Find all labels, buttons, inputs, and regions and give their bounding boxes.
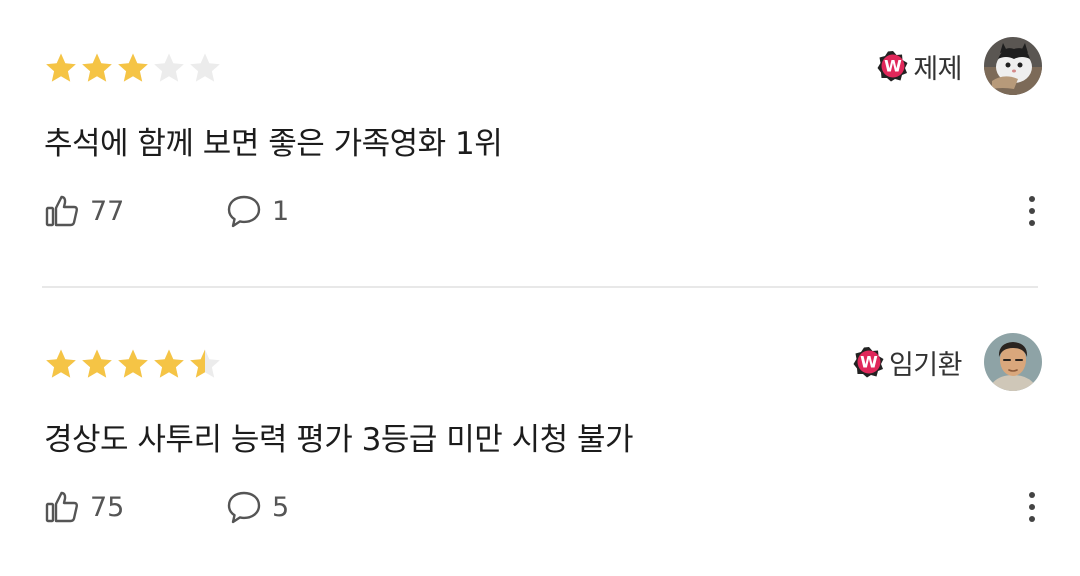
comment-button[interactable]: 5: [226, 488, 289, 526]
star-icon: [190, 349, 220, 378]
like-button[interactable]: 77: [44, 192, 124, 230]
username[interactable]: 제제: [913, 47, 962, 86]
speech-bubble-icon: [227, 491, 261, 524]
star-icon: [154, 53, 184, 82]
star-rating: [44, 348, 222, 380]
more-vertical-icon: [1029, 492, 1035, 522]
user-info[interactable]: W 임기환: [853, 333, 1042, 391]
star-icon: [46, 53, 76, 82]
star-icon: [190, 53, 220, 82]
star-rating: [44, 52, 222, 84]
username[interactable]: 임기환: [889, 343, 963, 382]
review-card: W 제제 추석에 함께 보면 좋은 가족영화 1위 77 1: [0, 0, 1080, 280]
like-count: 75: [90, 491, 125, 523]
review-card: W 임기환 경상도 사투리 능력 평가 3등급 미만 시청 불가 75 5: [0, 296, 1080, 576]
avatar[interactable]: [984, 333, 1042, 391]
review-text: 경상도 사투리 능력 평가 3등급 미만 시청 불가: [44, 422, 634, 458]
comment-button[interactable]: 1: [226, 192, 289, 230]
more-options-button[interactable]: [1026, 490, 1038, 524]
review-text: 추석에 함께 보면 좋은 가족영화 1위: [44, 126, 503, 162]
star-icon: [154, 349, 184, 378]
star-icon: [82, 349, 112, 378]
reply-count: 5: [272, 491, 290, 523]
speech-bubble-icon: [227, 195, 261, 228]
reply-count: 1: [272, 195, 290, 227]
watcha-badge-icon: W: [877, 51, 908, 82]
star-icon: [82, 53, 112, 82]
star-icon: [118, 53, 148, 82]
svg-text:W: W: [860, 353, 878, 372]
star-icon: [46, 349, 76, 378]
avatar[interactable]: [984, 37, 1042, 95]
svg-text:W: W: [884, 57, 902, 76]
more-vertical-icon: [1029, 196, 1035, 226]
watcha-badge-icon: W: [853, 347, 884, 378]
user-info[interactable]: W 제제: [877, 37, 1042, 95]
star-icon: [118, 349, 148, 378]
like-button[interactable]: 75: [44, 488, 124, 526]
thumbs-up-icon: [45, 195, 78, 227]
like-count: 77: [90, 195, 125, 227]
more-options-button[interactable]: [1026, 194, 1038, 228]
divider: [42, 286, 1038, 288]
thumbs-up-icon: [45, 491, 78, 523]
